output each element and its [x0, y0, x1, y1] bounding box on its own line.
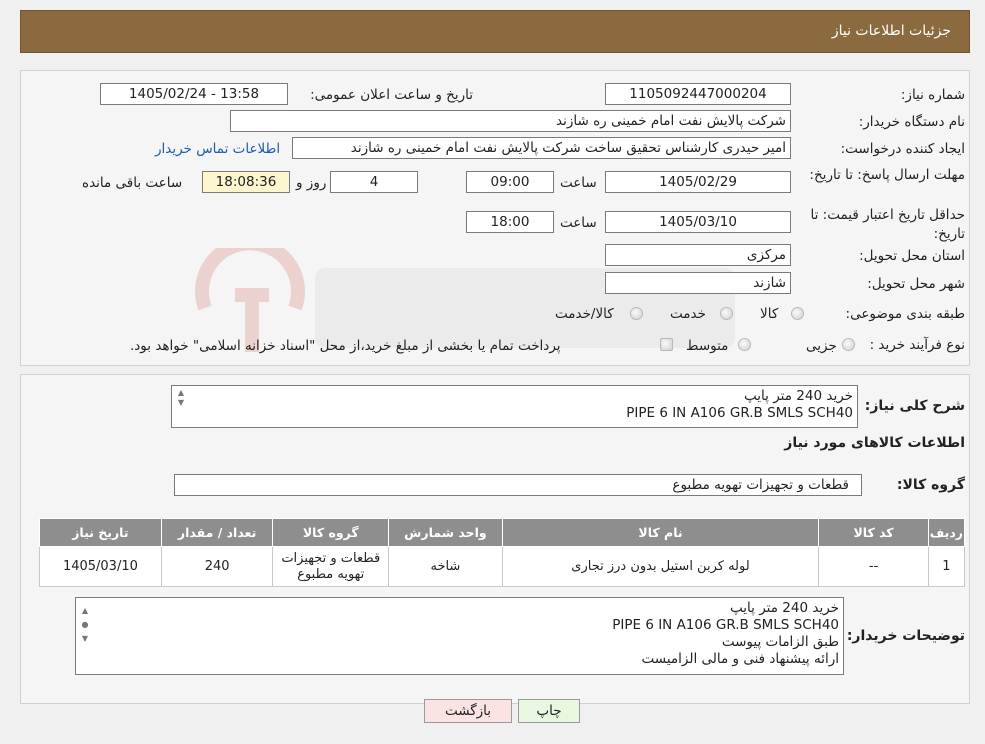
- category-radio-goods[interactable]: [791, 307, 804, 320]
- notes-line-3: طبق الزامات پیوست: [721, 634, 839, 650]
- announce-date-label: تاریخ و ساعت اعلان عمومی:: [310, 87, 473, 103]
- col-group: گروه کالا: [272, 518, 390, 547]
- page-title: جزئیات اطلاعات نیاز: [831, 23, 951, 39]
- buyer-notes-label: توضیحات خریدار:: [846, 628, 965, 644]
- category-option-service: خدمت: [670, 306, 706, 322]
- cell-row-number: 1: [927, 546, 966, 587]
- summary-textarea[interactable]: ▲ ▼ خرید 240 متر پایپ PIPE 6 IN A106 GR.B…: [171, 385, 858, 428]
- back-button[interactable]: بازگشت: [424, 699, 512, 723]
- creator-label: ایجاد کننده درخواست:: [840, 141, 965, 157]
- cell-group: قطعات و تجهیزات تهویه مطبوع: [272, 546, 390, 587]
- city-field: شازند: [605, 272, 791, 294]
- col-row-number: ردیف: [927, 518, 966, 547]
- goods-group-field: قطعات و تجهیزات تهویه مطبوع: [174, 474, 862, 496]
- process-option-medium: متوسط: [686, 338, 729, 354]
- category-option-goods-service: کالا/خدمت: [555, 306, 614, 322]
- countdown-field: 18:08:36: [202, 171, 290, 193]
- need-number-field: 1105092447000204: [605, 83, 791, 105]
- treasury-checkbox[interactable]: [660, 338, 673, 351]
- validity-date-field: 1405/03/10: [605, 211, 791, 233]
- cell-code: --: [818, 546, 929, 587]
- cell-quantity: 240: [160, 546, 274, 587]
- summary-line-1: خرید 240 متر پایپ: [744, 388, 853, 404]
- remaining-label: ساعت باقی مانده: [82, 175, 183, 191]
- city-label: شهر محل تحویل:: [867, 276, 965, 292]
- col-name: نام کالا: [501, 518, 820, 547]
- category-label: طبقه بندی موضوعی:: [845, 306, 965, 322]
- buyer-contact-link[interactable]: اطلاعات تماس خریدار: [155, 141, 280, 157]
- cell-name: لوله کربن استیل بدون درز تجاری: [501, 546, 820, 587]
- province-label: استان محل تحویل:: [859, 248, 965, 264]
- validity-time-label: ساعت: [560, 215, 597, 231]
- category-radio-goods-service[interactable]: [630, 307, 643, 320]
- summary-line-2: PIPE 6 IN A106 GR.B SMLS SCH40: [626, 405, 853, 421]
- table-row[interactable]: 1 -- لوله کربن استیل بدون درز تجاری شاخه…: [39, 546, 966, 587]
- buyer-org-field: شرکت پالایش نفت امام خمینی ره شازند: [230, 110, 791, 132]
- goods-table: ردیف کد کالا نام کالا واحد شمارش گروه کا…: [39, 518, 966, 587]
- category-radio-service[interactable]: [720, 307, 733, 320]
- goods-group-label: گروه کالا:: [896, 477, 965, 493]
- category-option-goods: کالا: [760, 306, 779, 322]
- process-label: نوع فرآیند خرید :: [869, 337, 965, 353]
- notes-line-4: ارائه پیشنهاد فنی و مالی الزامیست: [641, 651, 839, 667]
- days-label: روز و: [296, 175, 327, 191]
- process-note: پرداخت تمام یا بخشی از مبلغ خرید،از محل …: [130, 338, 561, 354]
- validity-label: حداقل تاریخ اعتبار قیمت: تا تاریخ:: [810, 207, 965, 242]
- cell-unit: شاخه: [388, 546, 503, 587]
- summary-label: شرح کلی نیاز:: [864, 398, 965, 414]
- deadline-time-label: ساعت: [560, 175, 597, 191]
- col-need-date: تاریخ نیاز: [39, 518, 162, 547]
- announce-date-field: 1405/02/24 - 13:58: [100, 83, 288, 105]
- creator-field: امیر حیدری کارشناس تحقیق ساخت شرکت پالای…: [292, 137, 791, 159]
- print-button[interactable]: چاپ: [518, 699, 580, 723]
- col-code: کد کالا: [818, 518, 929, 547]
- col-quantity: تعداد / مقدار: [160, 518, 274, 547]
- deadline-label: مهلت ارسال پاسخ: تا تاریخ:: [809, 167, 965, 183]
- col-unit: واحد شمارش: [388, 518, 503, 547]
- deadline-time-field: 09:00: [466, 171, 554, 193]
- notes-line-1: خرید 240 متر پایپ: [730, 600, 839, 616]
- cell-need-date: 1405/03/10: [39, 546, 162, 587]
- notes-scroll-icon[interactable]: ▲ ● ▼: [78, 604, 92, 646]
- summary-scroll-icon[interactable]: ▲ ▼: [174, 388, 188, 408]
- page-header: جزئیات اطلاعات نیاز: [20, 10, 970, 53]
- notes-line-2: PIPE 6 IN A106 GR.B SMLS SCH40: [612, 617, 839, 633]
- need-number-label: شماره نیاز:: [900, 87, 965, 103]
- process-radio-minor[interactable]: [842, 338, 855, 351]
- province-field: مرکزی: [605, 244, 791, 266]
- validity-time-field: 18:00: [466, 211, 554, 233]
- buyer-org-label: نام دستگاه خریدار:: [858, 114, 965, 130]
- process-option-minor: جزیی: [806, 338, 837, 354]
- buyer-notes-textarea[interactable]: ▲ ● ▼ خرید 240 متر پایپ PIPE 6 IN A106 GR.…: [75, 597, 844, 675]
- table-header-row: ردیف کد کالا نام کالا واحد شمارش گروه کا…: [39, 518, 966, 547]
- days-remaining-field: 4: [330, 171, 418, 193]
- deadline-date-field: 1405/02/29: [605, 171, 791, 193]
- goods-info-title: اطلاعات کالاهای مورد نیاز: [784, 435, 965, 451]
- process-radio-medium[interactable]: [738, 338, 751, 351]
